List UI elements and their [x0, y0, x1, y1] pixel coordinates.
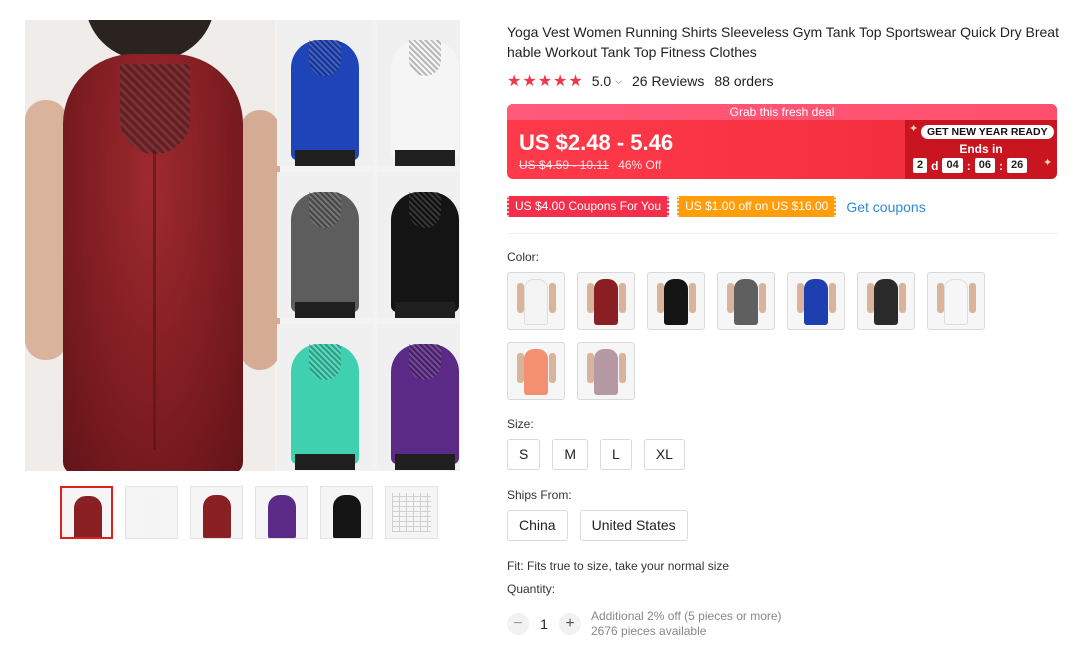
main-image-red-tank [25, 20, 280, 471]
thumbnail-2[interactable] [125, 486, 178, 539]
size-option-l[interactable]: L [600, 439, 632, 470]
color-swatch-black-back[interactable] [857, 272, 915, 330]
deal-banner: Grab this fresh deal US $2.48 - 5.46 US … [507, 104, 1057, 179]
countdown-separator: : [966, 158, 971, 173]
size-options: S M L XL [507, 439, 685, 470]
model-arm-right [240, 110, 280, 370]
price-sub: US $4.59 - 10.11 46% Off [519, 158, 661, 172]
sparkle-icon: ✦ [909, 123, 919, 135]
bulk-discount-note: Additional 2% off (5 pieces or more) [591, 609, 782, 623]
coupon-row: US $4.00 Coupons For You US $1.00 off on… [507, 196, 926, 217]
reviews-count[interactable]: 26 Reviews [632, 73, 704, 89]
quantity-info: Additional 2% off (5 pieces or more) 267… [591, 609, 782, 639]
color-swatch-blue[interactable] [787, 272, 845, 330]
stock-available: 2676 pieces available [591, 624, 707, 638]
get-coupons-link[interactable]: Get coupons [846, 199, 925, 215]
star-rating-icon: ★★★★★ [507, 73, 584, 90]
gallery-tile-purple [377, 324, 460, 470]
size-option-m[interactable]: M [552, 439, 589, 470]
color-swatches [507, 272, 997, 400]
color-swatch-white[interactable] [507, 272, 565, 330]
countdown-separator: : [998, 158, 1003, 173]
color-swatch-mauve[interactable] [577, 342, 635, 400]
gallery-tile-mint [277, 324, 373, 470]
product-title: Yoga Vest Women Running Shirts Sleeveles… [507, 24, 1059, 60]
promo-pill: GET NEW YEAR READY [921, 125, 1054, 139]
chevron-down-icon[interactable]: ⌵ [615, 76, 622, 87]
thumbnail-3[interactable] [190, 486, 243, 539]
thumbnail-5[interactable] [320, 486, 373, 539]
size-option-xl[interactable]: XL [643, 439, 685, 470]
coupon-threshold[interactable]: US $1.00 off on US $16.00 [677, 196, 837, 217]
countdown-seconds: 26 [1006, 158, 1028, 173]
divider [507, 233, 1057, 234]
discount-percent: 46% Off [618, 158, 662, 172]
thumbnail-size-chart[interactable] [385, 486, 438, 539]
original-price: US $4.59 - 10.11 [519, 158, 609, 172]
color-swatch-grey[interactable] [717, 272, 775, 330]
mesh-panel [120, 64, 190, 154]
thumbnail-strip [60, 486, 438, 539]
coupon-store[interactable]: US $4.00 Coupons For You [507, 196, 670, 217]
sparkle-icon: ✦ [1043, 157, 1053, 169]
size-label: Size: [507, 417, 534, 431]
countdown-days: 2 [913, 158, 928, 173]
ships-from-label: Ships From: [507, 488, 572, 502]
model-arm-left [25, 100, 67, 360]
thumbnail-4[interactable] [255, 486, 308, 539]
countdown-minutes: 06 [974, 158, 995, 173]
color-label: Color: [507, 250, 540, 264]
color-swatch-black[interactable] [647, 272, 705, 330]
gallery-tile-blue [277, 20, 373, 166]
back-pleat [153, 150, 156, 450]
fit-note: Fit: Fits true to size, take your normal… [507, 559, 730, 573]
color-swatch-red[interactable] [577, 272, 635, 330]
product-main-image[interactable] [25, 20, 460, 471]
quantity-stepper: − 1 + Additional 2% off (5 pieces or mor… [507, 609, 782, 639]
thumbnail-1[interactable] [60, 486, 113, 539]
rating-value[interactable]: 5.0 [592, 73, 611, 89]
gallery-tile-white [377, 20, 460, 166]
orders-count: 88 orders [714, 73, 774, 89]
price-range: US $2.48 - 5.46 [519, 130, 674, 155]
gallery-tile-black [377, 172, 460, 318]
size-option-s[interactable]: S [507, 439, 541, 470]
promo-countdown: ✦ ✦ GET NEW YEAR READY Ends in 2 d 04 : … [905, 120, 1057, 179]
ships-from-options: China United States [507, 510, 688, 541]
quantity-increase-button[interactable]: + [559, 613, 581, 635]
ships-from-united-states[interactable]: United States [579, 510, 688, 541]
color-swatch-white-back[interactable] [927, 272, 985, 330]
countdown-days-unit: d [931, 158, 939, 173]
rating-row: ★★★★★ 5.0 ⌵ 26 Reviews 88 orders [507, 71, 774, 91]
gallery-tile-grey [277, 172, 373, 318]
deal-banner-text: Grab this fresh deal [507, 104, 1057, 120]
ends-in-label: Ends in [959, 142, 1003, 156]
countdown-timer: 2 d 04 : 06 : 26 [913, 158, 1028, 173]
quantity-value[interactable]: 1 [529, 616, 559, 632]
color-swatch-coral[interactable] [507, 342, 565, 400]
quantity-decrease-button[interactable]: − [507, 613, 529, 635]
countdown-hours: 04 [942, 158, 963, 173]
ships-from-china[interactable]: China [507, 510, 568, 541]
quantity-label: Quantity: [507, 582, 556, 596]
